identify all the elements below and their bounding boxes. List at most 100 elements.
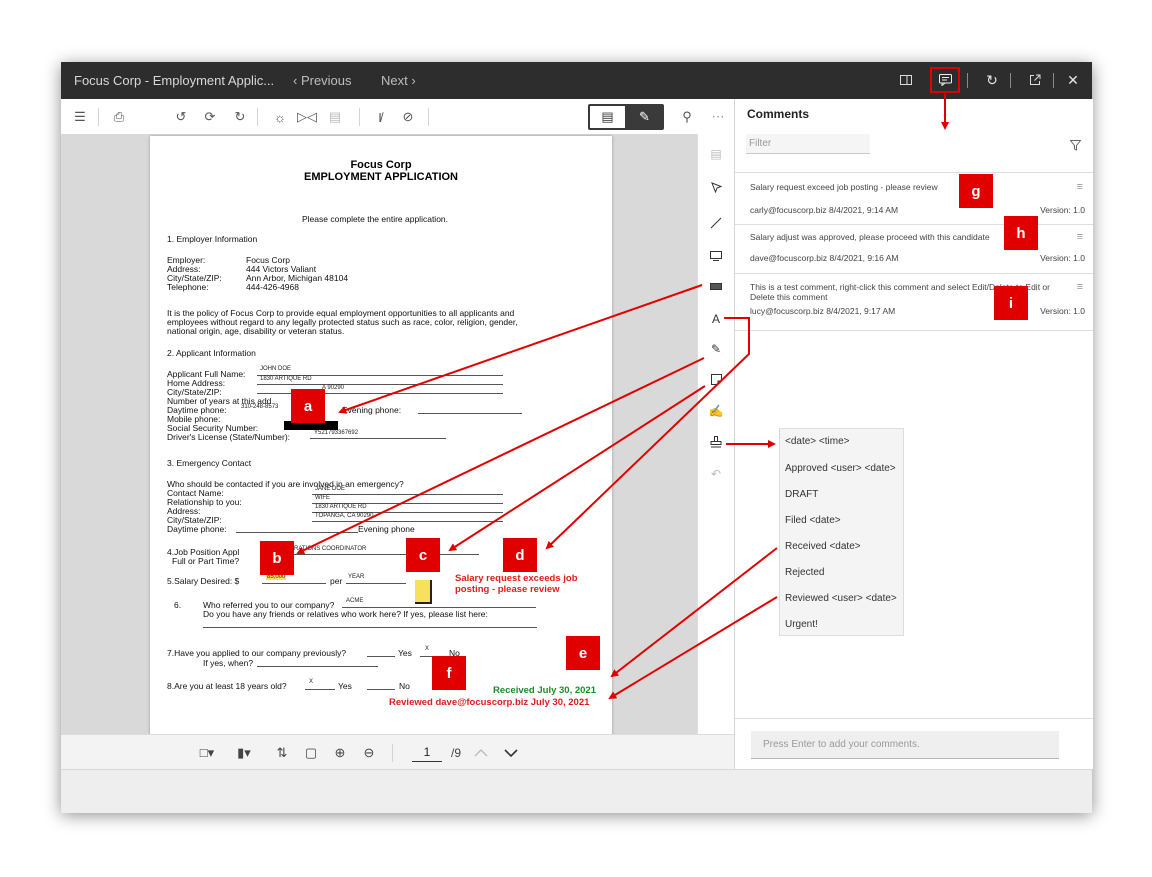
doc-instruction: Please complete the entire application. [302, 214, 449, 224]
contact-name-value: JANE DOE [315, 486, 346, 492]
comment-time: 8/4/2021, 9:17 AM [826, 306, 896, 316]
received-stamp[interactable]: Received July 30, 2021 [493, 685, 596, 696]
drag-handle-icon[interactable]: ⋮ [775, 429, 784, 440]
contact-evening-label: Evening phone [358, 524, 415, 534]
comment-meta: lucy@focuscorp.biz 8/4/2021, 9:17 AM [750, 306, 895, 316]
more-icon[interactable]: ⋯ [709, 108, 727, 126]
contact-daytime-label: Daytime phone: [167, 524, 227, 534]
comment-menu-icon[interactable]: ≡ [1077, 181, 1083, 193]
next-button[interactable]: Next › [381, 73, 416, 88]
window-title: Focus Corp - Employment Applic... [74, 73, 275, 88]
comment-menu-icon[interactable]: ≡ [1077, 281, 1083, 293]
relationship-value: WIFE [315, 495, 330, 501]
fit-page-icon[interactable]: ▢ [302, 744, 320, 762]
sticky-note-annotation[interactable] [415, 580, 432, 604]
comment-meta: dave@focuscorp.biz 8/4/2021, 9:16 AM [750, 253, 899, 263]
field-line [312, 494, 503, 495]
comment-text: Salary request exceed job posting - plea… [750, 182, 938, 192]
field-line [262, 583, 326, 584]
license-label: Driver's License (State/Number): [167, 432, 291, 442]
reviewed-stamp[interactable]: Reviewed dave@focuscorp.biz July 30, 202… [389, 697, 589, 708]
toc-icon[interactable]: ☰ [71, 108, 89, 126]
comment-item[interactable]: Salary request exceed job posting - plea… [735, 172, 1093, 225]
page-number-input[interactable]: 1 [412, 743, 442, 762]
stamp-option[interactable]: Urgent! [785, 619, 818, 630]
stamp-option[interactable]: Received <date> [785, 541, 861, 552]
stamp-option[interactable]: Reviewed <user> <date> [785, 593, 897, 604]
annotate-mode-icon[interactable]: ✎ [627, 106, 662, 128]
highlighter-tool-icon[interactable]: ✎ [707, 340, 725, 358]
filter-icon[interactable] [1069, 138, 1082, 156]
field-line [236, 532, 358, 533]
field-line [312, 521, 503, 522]
zoom-out-icon[interactable]: ⊖ [360, 744, 378, 762]
separator [98, 108, 99, 126]
page-options-icon[interactable]: □▾ [195, 744, 219, 762]
rotate-right-icon[interactable]: ↻ [231, 108, 249, 126]
field-line [367, 689, 395, 690]
question-6-number: 6. [174, 600, 182, 610]
comment-version: Version: 1.0 [1040, 306, 1085, 316]
callout-label-f: f [432, 656, 466, 690]
callout-label-g: g [959, 174, 993, 208]
signature-tool-icon[interactable]: ✍ [707, 402, 725, 420]
comment-item[interactable]: Salary adjust was approved, please proce… [735, 223, 1093, 274]
add-comment-input[interactable]: Press Enter to add your comments. [751, 731, 1059, 759]
brightness-icon[interactable]: ☼ [271, 108, 289, 126]
home-address-value: 1830 ARTIQUE RD [260, 376, 312, 382]
view-mode-toggle: ▤ ✎ [588, 104, 664, 130]
applied-yes-label: Yes [398, 648, 412, 658]
document-view-icon[interactable]: ▤ [590, 106, 625, 128]
callout-label-i: i [994, 286, 1028, 320]
popout-icon[interactable] [1026, 71, 1044, 89]
zoom-in-icon[interactable]: ⊕ [331, 744, 349, 762]
stamp-tool-icon[interactable] [707, 433, 725, 451]
viewer-toolbar: ☰ ⎙ ↺ ⟳ ↻ ☼ ▷◁ ▤ I̸ ⊘ ▤ ✎ ⚲ ⋯ [61, 99, 734, 135]
field-line [203, 627, 537, 628]
age-no-label: No [399, 681, 410, 691]
select-arrow-icon[interactable] [707, 178, 725, 196]
fit-options-icon[interactable]: ▮▾ [232, 744, 256, 762]
stamp-option[interactable]: <date> <time> [785, 436, 850, 447]
fit-height-icon[interactable]: ⇅ [273, 744, 291, 762]
stamp-option[interactable]: Filed <date> [785, 515, 841, 526]
previous-button[interactable]: ‹ Previous [293, 73, 352, 88]
applied-check: X [425, 646, 430, 652]
document-viewer-window: Focus Corp - Employment Applic... ‹ Prev… [61, 62, 1093, 813]
comment-time: 8/4/2021, 9:16 AM [829, 253, 899, 263]
flip-icon[interactable]: ▷◁ [297, 108, 317, 126]
rectangle-tool-icon[interactable] [707, 247, 725, 265]
job-position-value: ERATIONS COORDINATOR [290, 546, 367, 552]
stamp-option[interactable]: Rejected [785, 567, 824, 578]
stamp-option[interactable]: Approved <user> <date> [785, 463, 896, 474]
telephone-label: Telephone: [167, 282, 209, 292]
stamp-disabled-icon: ▤ [328, 109, 342, 124]
line-tool-icon[interactable] [707, 214, 725, 232]
panel-toggle-icon[interactable] [897, 71, 915, 89]
refresh-icon[interactable]: ↻ [983, 71, 1001, 89]
text-tool-icon[interactable]: A [707, 310, 725, 328]
comment-item[interactable]: This is a test comment, right-click this… [735, 273, 1093, 331]
redaction-tool-icon[interactable] [707, 278, 725, 296]
close-icon[interactable]: ✕ [1064, 71, 1082, 89]
comment-menu-icon[interactable]: ≡ [1077, 231, 1083, 243]
sticky-note-tool-icon[interactable] [707, 370, 725, 388]
field-line [367, 656, 395, 657]
comments-title: Comments [747, 107, 810, 121]
text-select-icon[interactable]: I̸ [371, 108, 389, 126]
applied-when-label: If yes, when? [203, 658, 254, 668]
print-icon[interactable]: ⎙ [110, 108, 128, 126]
stamp-option[interactable]: DRAFT [785, 489, 818, 500]
separator [967, 73, 968, 88]
search-icon[interactable]: ⚲ [678, 108, 696, 126]
next-page-icon[interactable] [502, 744, 520, 762]
referral-value: ACME [346, 598, 364, 604]
previous-page-icon[interactable] [472, 744, 490, 762]
comments-filter-input[interactable]: Filter [746, 134, 870, 154]
hide-annotations-icon[interactable]: ⊘ [399, 108, 417, 126]
rotate-left-icon[interactable]: ↺ [172, 108, 190, 126]
separator [1010, 73, 1011, 88]
reset-rotation-icon[interactable]: ⟳ [201, 108, 219, 126]
note-text-line: posting - please review [455, 584, 560, 595]
field-line [305, 689, 335, 690]
